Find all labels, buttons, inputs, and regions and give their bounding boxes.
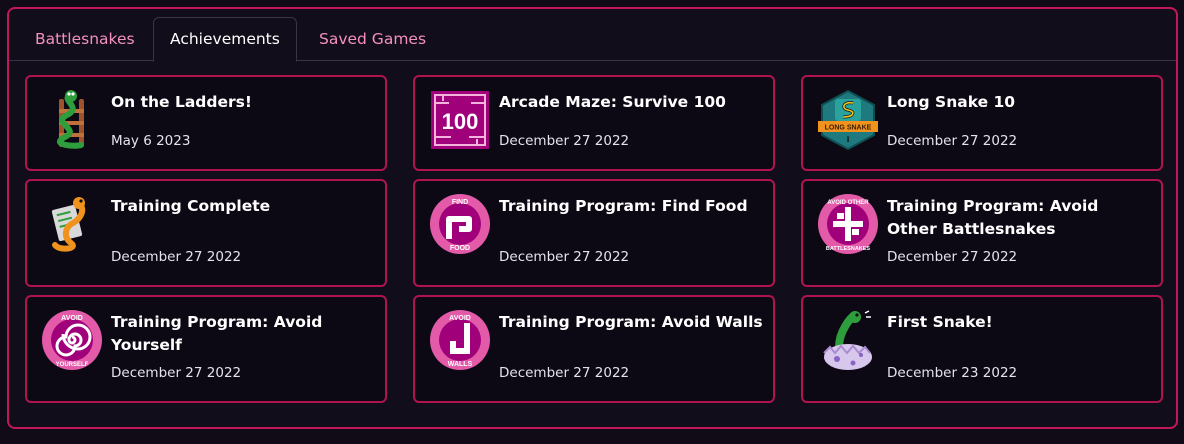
badge-bottom-text: BATTLESNAKES [826, 246, 871, 252]
achievement-card-avoid-other-battlesnakes[interactable]: AVOID OTHER BATTLESNAKES Training Progra… [801, 179, 1163, 287]
achievement-title: Training Program: Find Food [499, 197, 748, 215]
achievement-card-avoid-yourself[interactable]: AVOID YOURSELF Training Program: Avoid Y… [25, 295, 387, 403]
long-snake-badge-icon: LONG SNAKE I [817, 89, 879, 151]
badge-bottom-text: FOOD [450, 245, 470, 252]
achievement-date: December 23 2022 [887, 365, 1018, 381]
long-snake-badge-text: LONG SNAKE [825, 125, 872, 132]
achievement-title: Arcade Maze: Survive 100 [499, 93, 726, 111]
snake-ladder-icon [41, 89, 103, 151]
badge-bottom-text: WALLS [448, 361, 473, 368]
achievement-title: Training Program: Avoid Walls [499, 313, 763, 331]
achievement-title: On the Ladders! [111, 93, 252, 111]
avoid-walls-badge-icon: AVOID WALLS [429, 309, 491, 371]
achievement-date: December 27 2022 [887, 133, 1018, 149]
badge-top-text: AVOID [61, 315, 83, 322]
achievement-date: December 27 2022 [887, 249, 1018, 265]
achievement-card-first-snake[interactable]: First Snake! December 23 2022 [801, 295, 1163, 403]
achievement-title: Training Complete [111, 197, 271, 215]
achievement-card-long-snake[interactable]: LONG SNAKE I Long Snake 10 December 27 2… [801, 75, 1163, 171]
achievement-date: December 27 2022 [111, 249, 242, 265]
achievement-date: May 6 2023 [111, 133, 191, 149]
avoid-yourself-badge-icon: AVOID YOURSELF [41, 309, 103, 371]
tab-saved-games[interactable]: Saved Games [303, 18, 442, 61]
achievement-date: December 27 2022 [499, 249, 630, 265]
achievement-date: December 27 2022 [499, 133, 630, 149]
achievement-date: December 27 2022 [499, 365, 630, 381]
tab-achievements[interactable]: Achievements [153, 17, 297, 62]
badge-top-text: AVOID OTHER [827, 200, 869, 206]
achievement-title: First Snake! [887, 313, 993, 331]
find-food-badge-icon: FIND FOOD [429, 193, 491, 255]
achievement-card-on-the-ladders[interactable]: On the Ladders! May 6 2023 [25, 75, 387, 171]
achievement-card-training-complete[interactable]: Training Complete December 27 2022 [25, 179, 387, 287]
tab-battlesnakes[interactable]: Battlesnakes [19, 18, 151, 61]
achievement-date: December 27 2022 [111, 365, 242, 381]
achievement-card-avoid-walls[interactable]: AVOID WALLS Training Program: Avoid Wall… [413, 295, 775, 403]
long-snake-badge-number: I [846, 135, 849, 144]
arcade-maze-100-icon: 100 [429, 89, 491, 151]
badge-bottom-text: YOURSELF [56, 362, 89, 368]
hatching-snake-egg-icon [817, 309, 879, 371]
training-complete-snake-icon [41, 193, 103, 255]
achievement-title: Training Program: Avoid Yourself [111, 313, 323, 354]
tab-bar: Battlesnakes Achievements Saved Games [9, 9, 1176, 62]
arcade-badge-number: 100 [442, 109, 479, 134]
achievement-title: Long Snake 10 [887, 93, 1016, 111]
achievements-panel: Battlesnakes Achievements Saved Games On… [7, 7, 1178, 429]
avoid-other-battlesnakes-badge-icon: AVOID OTHER BATTLESNAKES [817, 193, 879, 255]
achievement-card-find-food[interactable]: FIND FOOD Training Program: Find Food De… [413, 179, 775, 287]
badge-top-text: FIND [452, 199, 468, 206]
achievement-title: Training Program: Avoid Other Battlesnak… [887, 197, 1099, 238]
achievement-card-arcade-maze[interactable]: 100 Arcade Maze: Survive 100 December 27… [413, 75, 775, 171]
badge-top-text: AVOID [449, 315, 471, 322]
